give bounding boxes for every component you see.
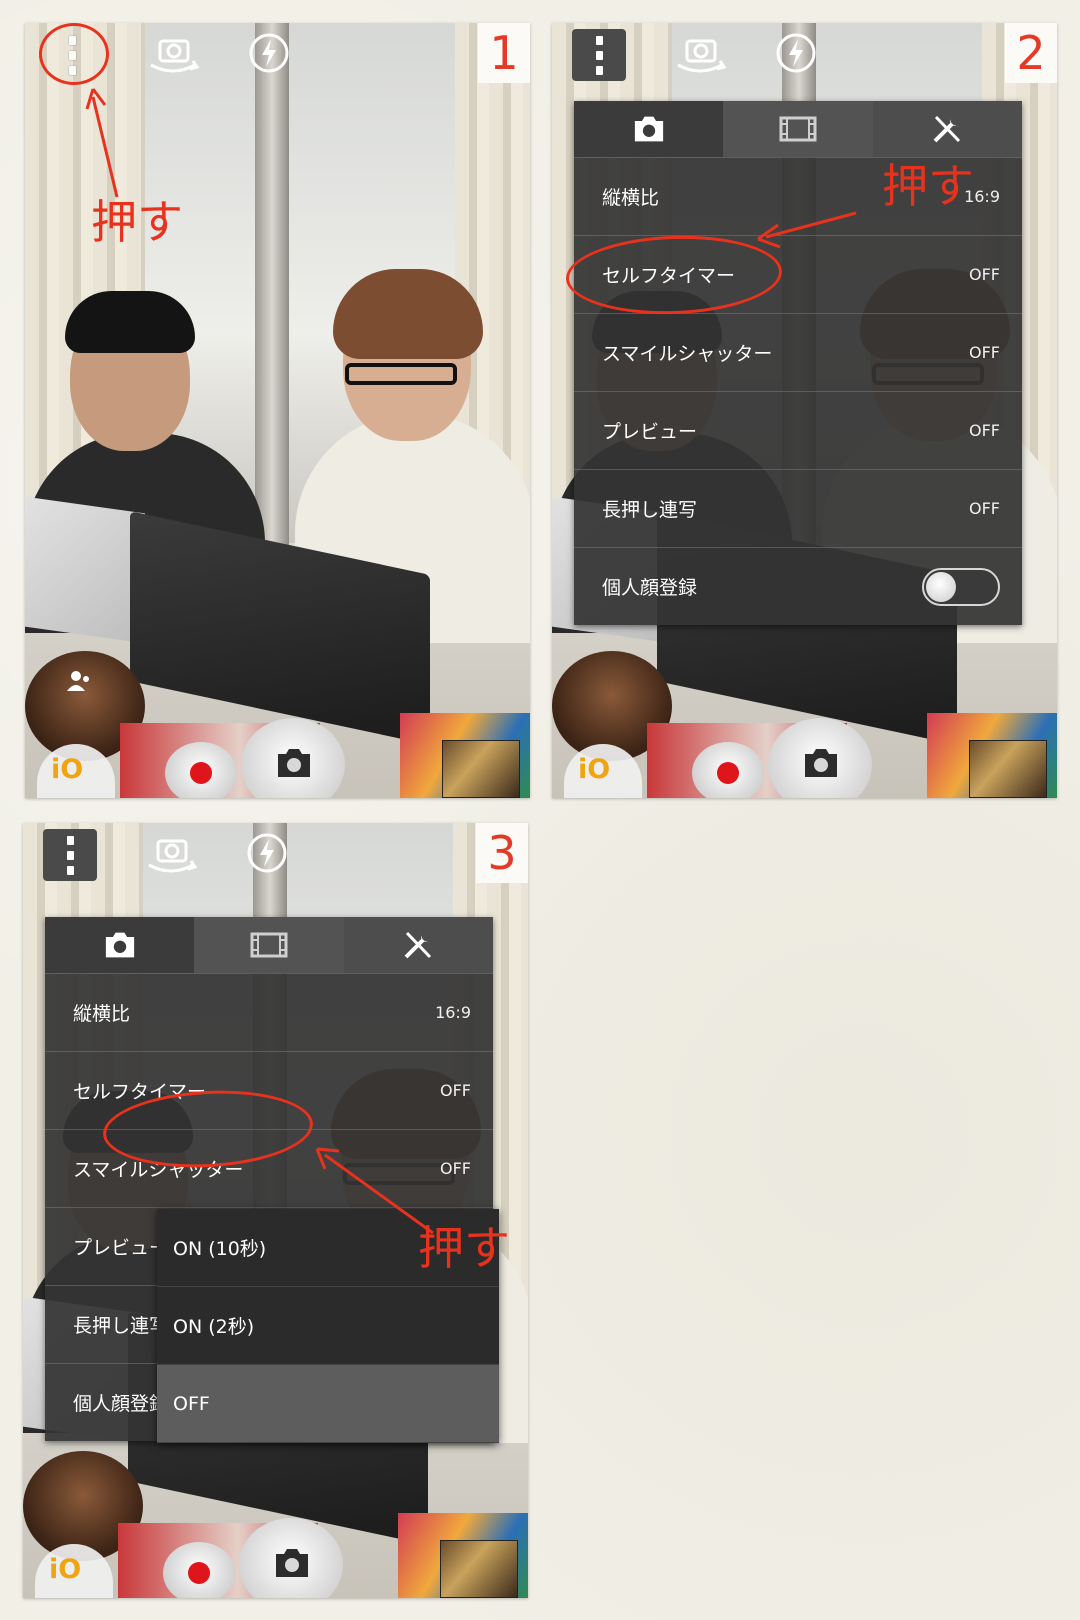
setting-face-registration[interactable]: 個人顔登録 (574, 547, 1022, 625)
record-icon (190, 762, 212, 784)
setting-aspect-ratio[interactable]: 縦横比 16:9 (45, 973, 493, 1051)
camera-icon (105, 932, 134, 958)
capture-mode-button[interactable]: iO (37, 744, 115, 798)
camera-icon (276, 1549, 308, 1577)
gallery-thumbnail[interactable] (969, 740, 1047, 798)
gallery-thumbnail[interactable] (440, 1540, 518, 1598)
record-icon (188, 1562, 210, 1584)
flash-auto-icon[interactable] (247, 31, 291, 75)
menu-button[interactable] (572, 29, 626, 81)
annotation-press-label: 押す (91, 195, 183, 249)
step-1-panel: 1 iO 押す (25, 23, 530, 798)
setting-burst-shooting[interactable]: 長押し連写 OFF (574, 469, 1022, 547)
camera-icon (278, 749, 310, 777)
annotation-arrow (757, 211, 857, 249)
face-registration-toggle[interactable] (922, 567, 1000, 606)
gallery-thumbnail[interactable] (442, 740, 520, 798)
shutter-button[interactable] (241, 718, 345, 798)
camera-icon (634, 116, 663, 142)
flash-auto-icon[interactable] (245, 831, 289, 875)
shutter-button[interactable] (239, 1518, 343, 1598)
step-number: 3 (476, 823, 528, 883)
settings-tabs (574, 101, 1022, 157)
timer-option-2s[interactable]: ON (2秒) (157, 1287, 499, 1365)
face-detect-icon (67, 671, 89, 691)
flash-auto-icon[interactable] (774, 31, 818, 75)
tab-video-settings[interactable] (194, 917, 344, 973)
film-icon (779, 116, 817, 142)
switch-camera-icon[interactable] (143, 31, 203, 81)
record-button[interactable] (163, 1542, 235, 1598)
tab-general-settings[interactable] (343, 917, 493, 973)
camera-bottom-bar: iO (25, 718, 530, 798)
record-button[interactable] (165, 742, 237, 798)
step-number: 2 (1005, 23, 1057, 83)
record-button[interactable] (692, 742, 764, 798)
camera-top-bar: 3 (23, 823, 528, 893)
tab-general-settings[interactable] (872, 101, 1022, 157)
step-number: 1 (478, 23, 530, 83)
tab-photo-settings[interactable] (45, 917, 195, 973)
tab-video-settings[interactable] (723, 101, 873, 157)
annotation-arrow (85, 88, 119, 198)
capture-mode-button[interactable]: iO (35, 1544, 113, 1598)
settings-tabs (45, 917, 493, 973)
switch-camera-icon[interactable] (141, 831, 201, 881)
camera-bottom-bar: iO (23, 1518, 528, 1598)
timer-option-off[interactable]: OFF (157, 1365, 499, 1443)
step-2-panel: 2 iO 縦横比 16:9 セルフタイマー OFF スマイルシャッター OFF … (552, 23, 1057, 798)
annotation-press-label: 押す (882, 159, 974, 213)
record-icon (717, 762, 739, 784)
shutter-button[interactable] (768, 718, 872, 798)
annotation-press-label: 押す (418, 1221, 510, 1275)
camera-top-bar: 2 (552, 23, 1057, 93)
film-icon (250, 932, 288, 958)
camera-bottom-bar: iO (552, 718, 1057, 798)
capture-mode-button[interactable]: iO (564, 744, 642, 798)
camera-icon (805, 749, 837, 777)
tools-icon (404, 931, 432, 959)
menu-button[interactable] (43, 829, 97, 881)
tools-icon (933, 115, 961, 143)
tab-photo-settings[interactable] (574, 101, 724, 157)
annotation-circle (39, 23, 109, 85)
setting-smile-shutter[interactable]: スマイルシャッター OFF (574, 313, 1022, 391)
step-3-panel: 3 iO 縦横比 16:9 セルフタイマー OFF スマイルシャッター OFF … (23, 823, 528, 1598)
switch-camera-icon[interactable] (670, 31, 730, 81)
setting-preview[interactable]: プレビュー OFF (574, 391, 1022, 469)
